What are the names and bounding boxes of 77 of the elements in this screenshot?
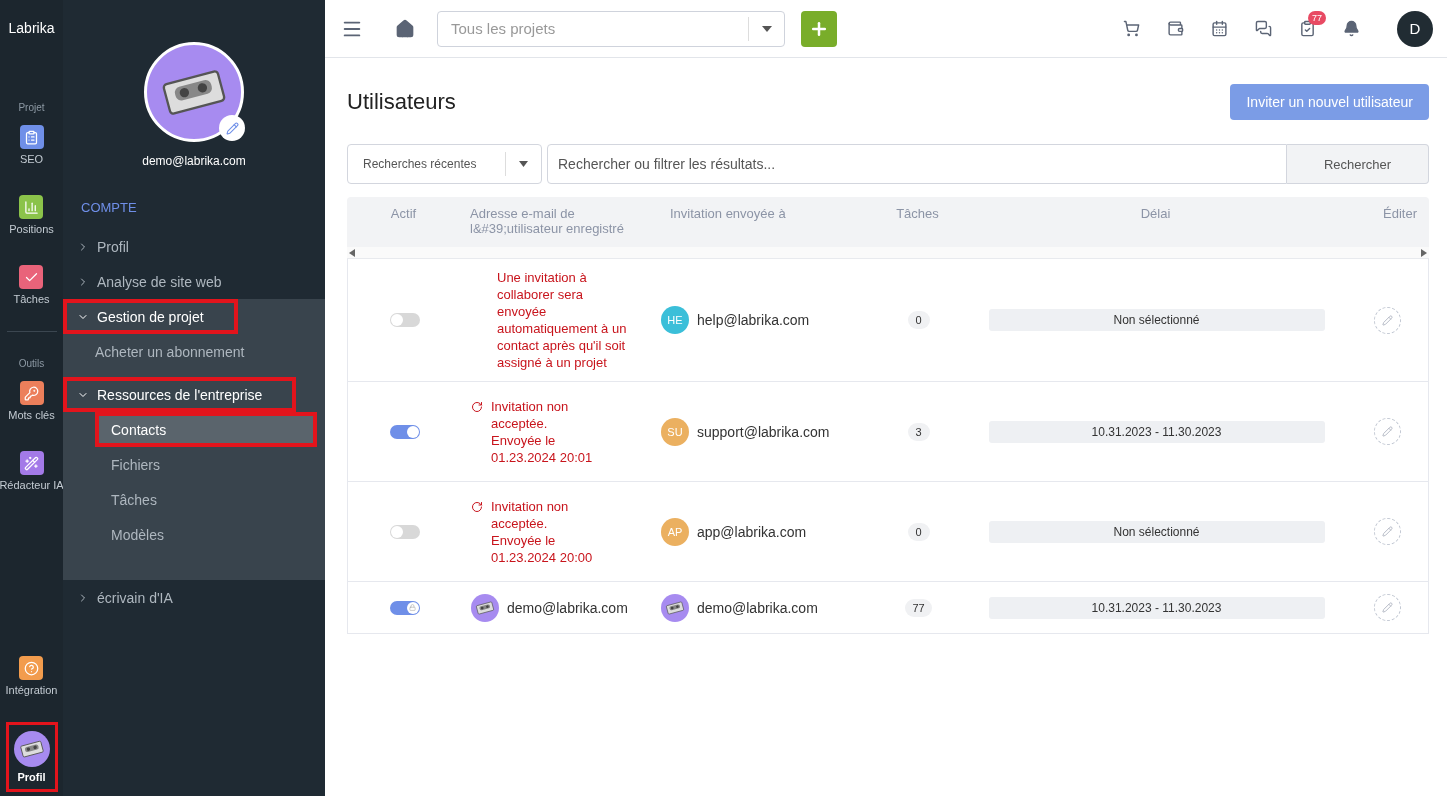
period-field[interactable]: 10.31.2023 - 11.30.2023 xyxy=(988,420,1325,443)
refresh-icon[interactable] xyxy=(471,400,483,413)
task-count: 3 xyxy=(907,422,930,441)
active-toggle[interactable] xyxy=(389,524,420,539)
task-count: 77 xyxy=(905,598,932,617)
section-heading: COMPTE xyxy=(80,200,138,215)
menu-item[interactable]: Analyse de site web xyxy=(63,264,325,299)
initials-avatar: HE xyxy=(661,306,689,334)
submenu-item[interactable]: Acheter un abonnement xyxy=(63,334,325,369)
column-header: Adresse e-mail de l&#39;utilisateur enregistré xyxy=(469,206,625,238)
submenu-item[interactable]: Modèles xyxy=(63,517,325,552)
rail-item[interactable]: Rédacteur IA xyxy=(0,447,64,495)
period-field[interactable]: Non sélectionné xyxy=(988,309,1325,331)
menu-item[interactable]: Profil xyxy=(63,229,325,264)
rail-item[interactable]: Profil xyxy=(5,722,58,792)
rail-item[interactable]: Positions xyxy=(9,191,54,239)
invitation-status: Invitation non acceptée. Envoyée le 01.23.2024 20:01 xyxy=(491,397,594,466)
menu-item[interactable]: Ressources de l'entreprise xyxy=(63,377,297,412)
invitation-status: Invitation non acceptée. Envoyée le 01.23.2024 20:00 xyxy=(491,497,594,566)
calendar-icon[interactable] xyxy=(1211,20,1228,37)
scroll-left-icon[interactable] xyxy=(349,248,355,257)
search-field[interactable]: Rechercher ou filtrer les résultats... xyxy=(547,144,1287,184)
cassette-icon xyxy=(665,600,685,615)
active-toggle[interactable] xyxy=(389,424,420,439)
rail-section-label: Projet xyxy=(18,102,45,113)
table-cell: help@labrika.com xyxy=(697,312,810,328)
pencil-icon xyxy=(1382,426,1393,437)
task-count: 0 xyxy=(907,311,930,329)
edit-avatar-button[interactable] xyxy=(219,115,245,141)
period-field[interactable]: Non sélectionné xyxy=(988,520,1325,543)
pencil-icon xyxy=(1382,526,1393,537)
cassette-icon xyxy=(18,739,45,759)
task-count: 0 xyxy=(907,522,930,541)
initials-avatar: AP xyxy=(661,517,689,546)
active-toggle[interactable] xyxy=(389,600,420,615)
menu-item[interactable]: écrivain d'IA xyxy=(63,580,325,615)
pencil-icon xyxy=(1382,602,1393,613)
active-toggle[interactable] xyxy=(389,313,420,327)
column-header: Invitation envoyée à xyxy=(669,206,787,223)
refresh-icon[interactable] xyxy=(471,500,483,513)
user-avatar[interactable]: D xyxy=(1397,10,1433,47)
initials-avatar: SU xyxy=(661,417,689,446)
chat-icon[interactable] xyxy=(1255,20,1272,37)
table-cell: support@labrika.com xyxy=(697,423,830,440)
rail-item[interactable]: Tâches xyxy=(13,261,50,309)
recent-searches-select[interactable]: Recherches récentes xyxy=(347,144,542,184)
user-email: demo@labrika.com xyxy=(141,154,247,168)
pencil-icon xyxy=(225,121,239,135)
add-button[interactable] xyxy=(801,10,837,47)
cart-icon[interactable] xyxy=(1123,20,1140,37)
invitation-notice: Une invitation à collaborer sera envoyée automatiquement à un contact après qu'il soit assigné à un projet xyxy=(497,269,628,371)
home-icon[interactable] xyxy=(395,18,415,39)
bell-icon[interactable] xyxy=(1343,20,1360,37)
menu-item[interactable]: Gestion de projet xyxy=(63,299,238,334)
notification-badge: 77 xyxy=(1308,11,1326,25)
rail-item[interactable]: SEO xyxy=(19,121,44,169)
page-title: Utilisateurs xyxy=(347,89,456,115)
rail-item[interactable]: Intégration xyxy=(5,652,58,700)
column-header: Éditer xyxy=(1382,206,1418,223)
column-header: Délai xyxy=(1139,206,1172,223)
pencil-icon xyxy=(1382,314,1393,326)
rail-item[interactable]: Mots clés xyxy=(8,377,55,425)
wallet-icon[interactable] xyxy=(1167,20,1184,37)
submenu-item[interactable]: Fichiers xyxy=(63,447,325,482)
submenu-item[interactable]: Contacts xyxy=(95,412,317,447)
rail-section-label: Outils xyxy=(18,358,45,369)
submenu-item[interactable]: Tâches xyxy=(63,482,325,517)
period-field[interactable]: 10.31.2023 - 11.30.2023 xyxy=(988,596,1325,619)
table-cell: demo@labrika.com xyxy=(507,599,628,616)
cassette-icon xyxy=(475,600,495,615)
table-cell: app@labrika.com xyxy=(697,523,807,540)
column-header: Tâches xyxy=(895,206,940,223)
search-button[interactable]: Rechercher xyxy=(1287,144,1429,184)
scroll-right-icon[interactable] xyxy=(1421,248,1427,257)
logo[interactable]: Labrika xyxy=(8,20,55,60)
table-cell: demo@labrika.com xyxy=(697,599,818,616)
column-header: Actif xyxy=(389,206,418,223)
